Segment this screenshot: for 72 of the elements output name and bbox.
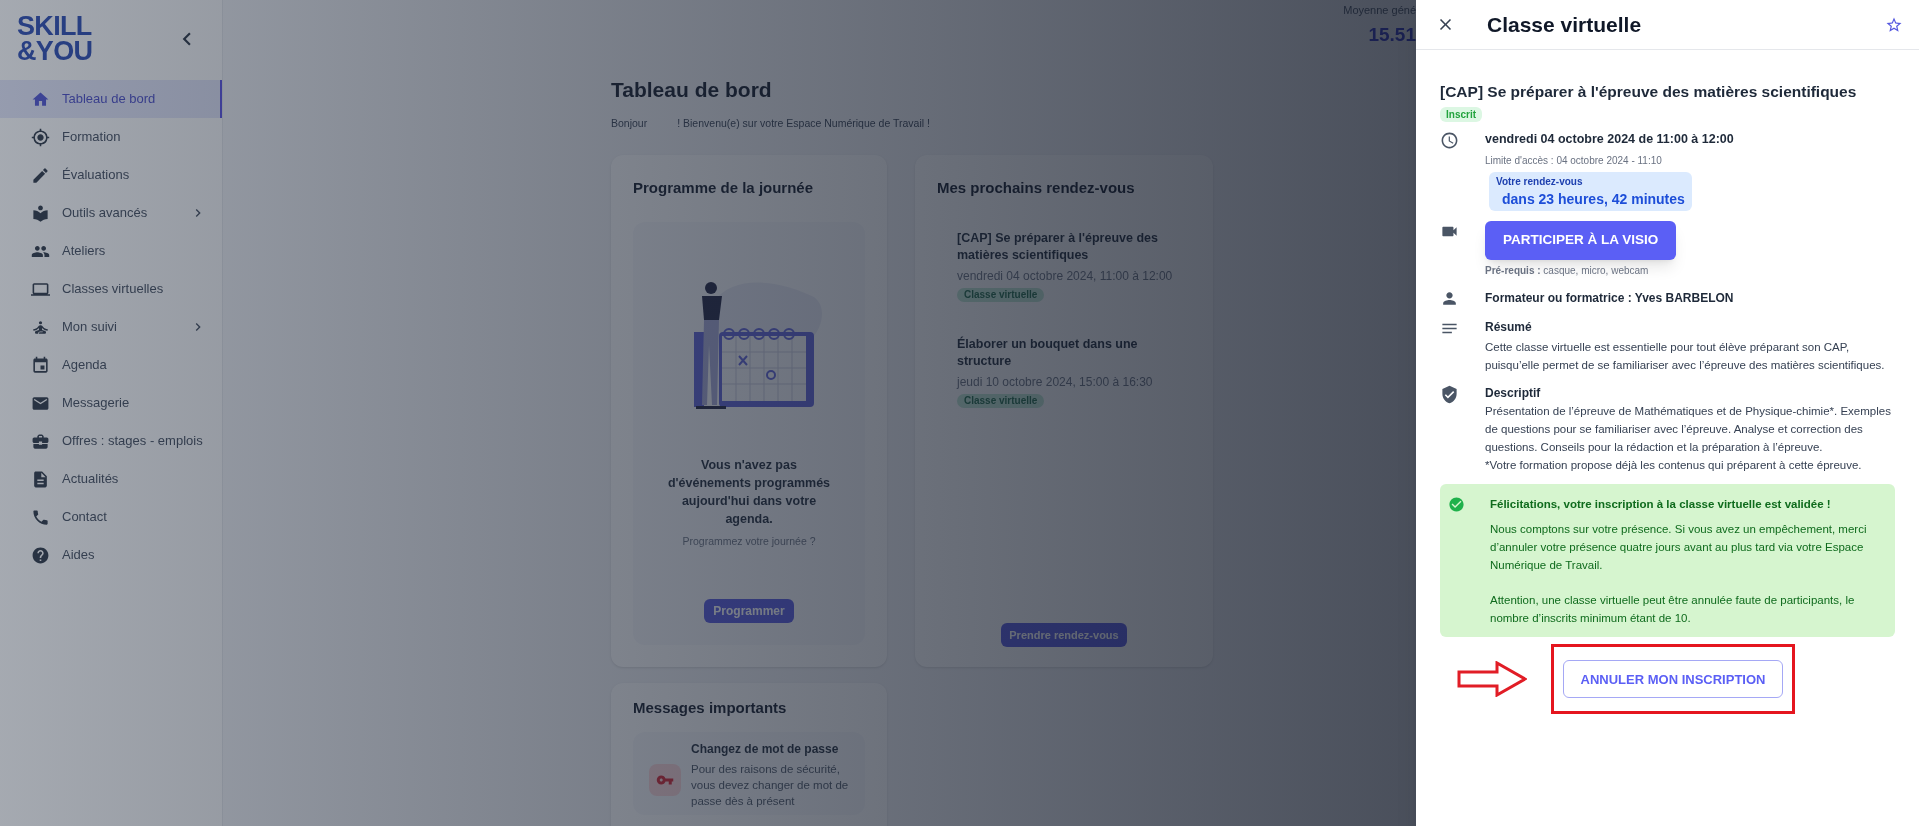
calendar-icon <box>31 355 50 375</box>
empty-state-message: Vous n'avez pas d'événements programmés aujourd'hui dans votre agenda. <box>666 456 832 528</box>
card-title: Messages importants <box>633 698 788 719</box>
key-icon <box>649 763 681 796</box>
sidebar-item[interactable]: Classes virtuelles <box>0 270 222 308</box>
summary-title: Résumé <box>1485 319 1533 336</box>
sidebar-label: Tableau de bord <box>62 90 156 109</box>
target-icon <box>31 127 50 147</box>
description-title: Descriptif <box>1485 385 1542 402</box>
alert-text: Nous comptons sur votre présence. Si vous avez un empêchement, merci d’annuler votre présence quatre jours avant au plus tard via votre Espace Numérique de Travail. <box>1490 522 1868 574</box>
alert-title: Félicitations, votre inscription à la classe virtuelle est validée ! <box>1490 497 1832 512</box>
greeting: Bonjour <box>611 115 648 131</box>
welcome-text: ! Bienvenu(e) sur votre Espace Numérique de Travail ! <box>677 115 930 131</box>
countdown-value: dans 23 heures, 42 minutes <box>1501 190 1685 209</box>
sidebar-item[interactable]: Actualités <box>0 460 222 498</box>
sidebar-label: Actualités <box>62 470 119 489</box>
card-title: Mes prochains rendez-vous <box>937 178 1136 199</box>
logo: SKILL &YOU <box>17 14 93 64</box>
sidebar-item[interactable]: Tableau de bord <box>0 80 222 118</box>
session-date: vendredi 04 octobre 2024 de 11:00 à 12:00 <box>1485 131 1735 149</box>
document-icon <box>31 469 50 489</box>
sidebar-label: Ateliers <box>62 242 106 261</box>
shield-check-icon <box>1440 385 1459 404</box>
status-tag: Inscrit <box>1440 107 1482 123</box>
home-icon <box>31 89 50 109</box>
sidebar-label: Formation <box>62 128 121 147</box>
sidebar-label: Classes virtuelles <box>62 280 164 299</box>
sidebar-item[interactable]: Contact <box>0 498 222 536</box>
sidebar-label: Mon suivi <box>62 318 117 337</box>
alert-text: Attention, une classe virtuelle peut être annulée faute de participants, le nombre d’inscrits minimum étant de 10. <box>1490 593 1856 627</box>
briefcase-icon <box>31 431 50 451</box>
countdown-label: Votre rendez-vous <box>1496 175 1584 189</box>
help-icon <box>31 545 50 565</box>
modal-backdrop[interactable] <box>0 0 1416 826</box>
sidebar-item[interactable]: Formation <box>0 118 222 156</box>
sidebar-item[interactable]: Messagerie <box>0 384 222 422</box>
phone-icon <box>31 507 50 527</box>
sidebar-label: Évaluations <box>62 166 130 185</box>
panel-title: Classe virtuelle <box>1487 11 1642 38</box>
sidebar-label: Outils avancés <box>62 204 148 223</box>
sidebar-label: Aides <box>62 546 95 565</box>
course-title: [CAP] Se préparer à l'épreuve des matières scientifiques <box>1440 82 1858 102</box>
trainer: Formateur ou formatrice : Yves BARBELON <box>1485 290 1735 307</box>
sidebar-item[interactable]: Évaluations <box>0 156 222 194</box>
book-reader-icon <box>31 203 50 223</box>
person-icon <box>1440 289 1459 308</box>
message-text: Pour des raisons de sécurité, vous devez changer de mot de passe dès à présent <box>691 761 850 809</box>
sidebar-label: Agenda <box>62 356 107 375</box>
sidebar-label: Offres : stages - emplois <box>62 432 203 451</box>
appointment-title[interactable]: [CAP] Se préparer à l'épreuve des matières scientifiques <box>957 229 1181 264</box>
sidebar-item[interactable]: Outils avancés <box>0 194 222 232</box>
summary-text: Cette classe virtuelle est essentielle pour tout élève préparant son CAP, puisqu’elle permet de se familiariser avec l’épreuve des matières scientifiques. <box>1485 340 1886 373</box>
sidebar-item[interactable]: Mon suivi <box>0 308 222 346</box>
clock-icon <box>1440 131 1459 151</box>
page-title: Tableau de bord <box>611 77 773 103</box>
sidebar-item[interactable]: Offres : stages - emplois <box>0 422 222 460</box>
cancel-registration-button[interactable]: ANNULER MON INSCRIPTION <box>1562 660 1784 699</box>
description-text: Présentation de l’épreuve de Mathématiques et de Physique-chimie*. Exemples de questions pour se familiariser avec l’épreuve. Analyse et correction des questions. Conseils pour la rédaction et la préparation à l’épreuve. <box>1485 404 1892 455</box>
prerequisites: Pré-requis : casque, micro, webcam <box>1485 264 1650 278</box>
sidebar-label: Messagerie <box>62 394 130 413</box>
sidebar-label: Contact <box>62 508 107 527</box>
join-button[interactable]: PARTICIPER À LA VISIO <box>1485 221 1677 260</box>
annotation-arrow <box>1457 661 1527 698</box>
card-title: Programme de la journée <box>633 178 815 199</box>
schedule-button[interactable]: Programmer <box>704 599 794 624</box>
appointment-title[interactable]: Élaborer un bouquet dans une structure <box>957 335 1181 370</box>
description-text: *Votre formation propose déjà les contenus qui préparent à cette épreuve. <box>1485 458 1863 473</box>
access-limit: Limite d'accès : 04 octobre 2024 - 11:10 <box>1485 154 1663 168</box>
sidebar-item[interactable]: Ateliers <box>0 232 222 270</box>
sidebar-item[interactable]: Aides <box>0 536 222 574</box>
message-title: Changez de mot de passe <box>691 740 840 758</box>
sidebar-item[interactable]: Agenda <box>0 346 222 384</box>
